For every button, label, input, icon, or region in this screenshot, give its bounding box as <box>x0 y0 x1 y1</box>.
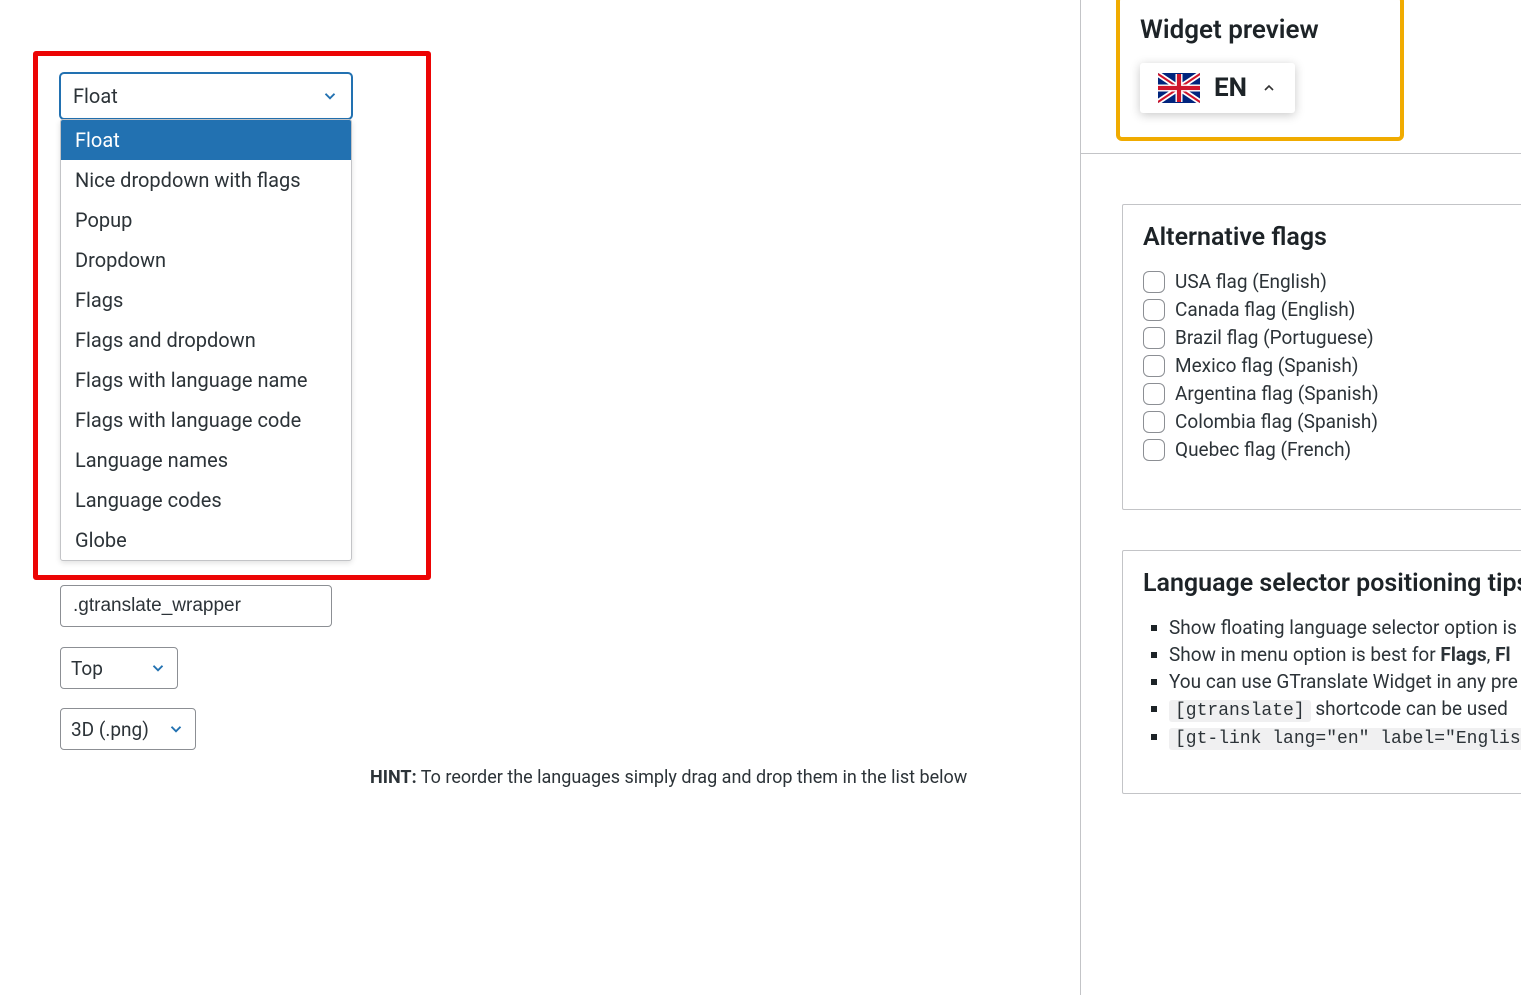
checkbox[interactable] <box>1143 383 1165 405</box>
checkbox[interactable] <box>1143 439 1165 461</box>
alt-flag-row: Argentina flag (Spanish) <box>1143 382 1521 405</box>
tip-item: [gt-link lang="en" label="Englis <box>1169 725 1521 749</box>
alternative-flags-title: Alternative flags <box>1143 223 1521 252</box>
widget-look-option[interactable]: Flags and dropdown <box>61 320 351 360</box>
alt-flag-label: Mexico flag (Spanish) <box>1175 354 1359 377</box>
chevron-down-icon <box>149 659 167 677</box>
checkbox[interactable] <box>1143 327 1165 349</box>
flag-style-value: 3D (.png) <box>71 718 149 741</box>
alt-flag-label: Argentina flag (Spanish) <box>1175 382 1379 405</box>
tip-item: You can use GTranslate Widget in any pre <box>1169 670 1521 693</box>
checkbox[interactable] <box>1143 299 1165 321</box>
widget-look-option[interactable]: Language codes <box>61 480 351 520</box>
tip-item: Show in menu option is best for Flags, F… <box>1169 643 1521 666</box>
widget-preview-title: Widget preview <box>1140 15 1380 45</box>
alt-flag-row: Colombia flag (Spanish) <box>1143 410 1521 433</box>
uk-flag-icon <box>1158 73 1200 103</box>
alt-flag-label: USA flag (English) <box>1175 270 1327 293</box>
chevron-up-icon <box>1261 80 1277 96</box>
widget-look-option[interactable]: Globe <box>61 520 351 560</box>
widget-look-option[interactable]: Flags with language name <box>61 360 351 400</box>
widget-look-options[interactable]: FloatNice dropdown with flagsPopupDropdo… <box>60 119 352 561</box>
position-select[interactable]: Top <box>60 647 178 689</box>
alt-flag-label: Colombia flag (Spanish) <box>1175 410 1378 433</box>
widget-look-option[interactable]: Popup <box>61 200 351 240</box>
widget-look-option[interactable]: Language names <box>61 440 351 480</box>
chevron-down-icon <box>321 87 339 105</box>
alt-flag-row: Canada flag (English) <box>1143 298 1521 321</box>
alt-flag-label: Brazil flag (Portuguese) <box>1175 326 1374 349</box>
alternative-flags-panel: Alternative flags USA flag (English) Cana… <box>1122 204 1521 510</box>
widget-look-option[interactable]: Flags <box>61 280 351 320</box>
checkbox[interactable] <box>1143 411 1165 433</box>
hint-body: To reorder the languages simply drag and… <box>421 767 968 788</box>
chevron-down-icon <box>167 720 185 738</box>
alt-flag-row: Mexico flag (Spanish) <box>1143 354 1521 377</box>
widget-look-option[interactable]: Float <box>61 120 351 160</box>
tip-item: [gtranslate] shortcode can be used <box>1169 697 1521 721</box>
alt-flag-label: Quebec flag (French) <box>1175 438 1351 461</box>
wrapper-selector-input[interactable] <box>60 585 332 627</box>
hint-label: HINT: <box>370 767 417 788</box>
widget-look-trigger[interactable]: Float <box>60 73 352 119</box>
checkbox[interactable] <box>1143 271 1165 293</box>
widget-preview-lang: EN <box>1214 73 1247 103</box>
checkbox[interactable] <box>1143 355 1165 377</box>
flag-style-select[interactable]: 3D (.png) <box>60 708 196 750</box>
alt-flag-row: Brazil flag (Portuguese) <box>1143 326 1521 349</box>
positioning-tips-title: Language selector positioning tips <box>1143 569 1521 598</box>
tip-item: Show floating language selector option i… <box>1169 616 1521 639</box>
alt-flag-label: Canada flag (English) <box>1175 298 1355 321</box>
widget-look-option[interactable]: Dropdown <box>61 240 351 280</box>
widget-preview[interactable]: EN <box>1140 63 1295 113</box>
widget-look-option[interactable]: Flags with language code <box>61 400 351 440</box>
separator <box>1080 153 1521 154</box>
positioning-tips-panel: Language selector positioning tips Show … <box>1122 550 1521 794</box>
widget-look-option[interactable]: Nice dropdown with flags <box>61 160 351 200</box>
widget-preview-panel: Widget preview EN <box>1116 0 1404 141</box>
alt-flag-row: Quebec flag (French) <box>1143 438 1521 461</box>
widget-look-value: Float <box>73 84 118 108</box>
position-select-value: Top <box>71 657 103 680</box>
alt-flag-row: USA flag (English) <box>1143 270 1521 293</box>
hint-text: HINT: To reorder the languages simply dr… <box>370 767 967 788</box>
widget-look-select[interactable]: Float FloatNice dropdown with flagsPopup… <box>60 73 352 561</box>
